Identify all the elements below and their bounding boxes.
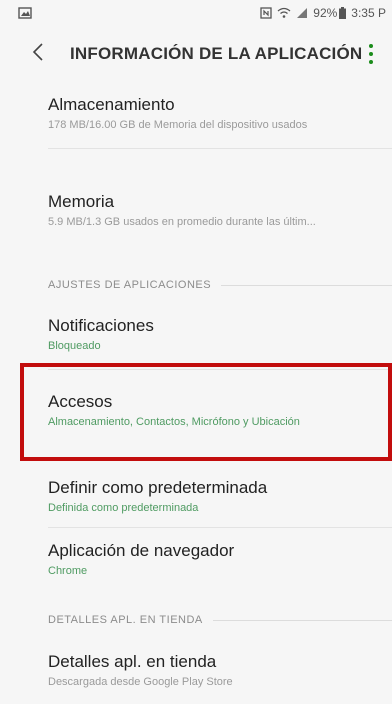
- section-header-store-details: DETALLES APL. EN TIENDA: [48, 614, 392, 626]
- status-bar: 92% 3:35 P: [0, 0, 392, 26]
- item-subtitle: Chrome: [48, 565, 88, 577]
- section-line: [221, 284, 392, 286]
- image-notification-icon: [18, 7, 32, 19]
- app-bar: INFORMACIÓN DE LA APLICACIÓN: [0, 26, 392, 82]
- item-title: Almacenamiento: [48, 95, 175, 114]
- divider: [48, 148, 392, 149]
- item-title: Notificaciones: [48, 316, 154, 335]
- more-vert-icon-dot: [369, 44, 373, 48]
- list-item-browser-app[interactable]: Aplicación de navegador Chrome: [48, 541, 388, 577]
- page-title: INFORMACIÓN DE LA APLICACIÓN: [70, 44, 363, 63]
- list-item-set-default[interactable]: Definir como predeterminada Definida com…: [48, 478, 388, 514]
- item-title: Aplicación de navegador: [48, 541, 235, 560]
- divider: [48, 527, 392, 528]
- section-line: [212, 619, 392, 621]
- nfc-icon: [260, 7, 272, 19]
- list-item-storage[interactable]: Almacenamiento 178 MB/16.00 GB de Memori…: [48, 95, 388, 131]
- back-button[interactable]: [20, 36, 56, 72]
- chevron-left-icon: [32, 42, 44, 67]
- section-title: DETALLES APL. EN TIENDA: [48, 614, 203, 626]
- more-options-button[interactable]: [364, 36, 378, 72]
- more-vert-icon-dot: [369, 60, 373, 64]
- battery-percent: 92%: [313, 6, 338, 20]
- section-header-app-settings: AJUSTES DE APLICACIONES: [48, 279, 392, 291]
- item-title: Detalles apl. en tienda: [48, 652, 217, 671]
- section-title: AJUSTES DE APLICACIONES: [48, 279, 212, 291]
- item-subtitle: 178 MB/16.00 GB de Memoria del dispositi…: [48, 119, 308, 131]
- highlight-box: [20, 363, 392, 461]
- item-subtitle: Bloqueado: [48, 340, 101, 352]
- battery-icon: [339, 7, 347, 19]
- clock: 3:35 P: [351, 6, 386, 20]
- item-title: Memoria: [48, 192, 115, 211]
- more-vert-icon-dot: [369, 52, 373, 56]
- item-subtitle: 5.9 MB/1.3 GB usados en promedio durante…: [48, 216, 316, 228]
- item-subtitle: Definida como predeterminada: [48, 502, 199, 514]
- item-title: Definir como predeterminada: [48, 478, 268, 497]
- list-item-memory[interactable]: Memoria 5.9 MB/1.3 GB usados en promedio…: [48, 192, 388, 228]
- signal-icon: [296, 7, 308, 19]
- wifi-icon: [277, 7, 291, 19]
- list-item-store-details[interactable]: Detalles apl. en tienda Descargada desde…: [48, 652, 388, 688]
- item-subtitle: Descargada desde Google Play Store: [48, 676, 233, 688]
- list-item-notifications[interactable]: Notificaciones Bloqueado: [48, 316, 388, 352]
